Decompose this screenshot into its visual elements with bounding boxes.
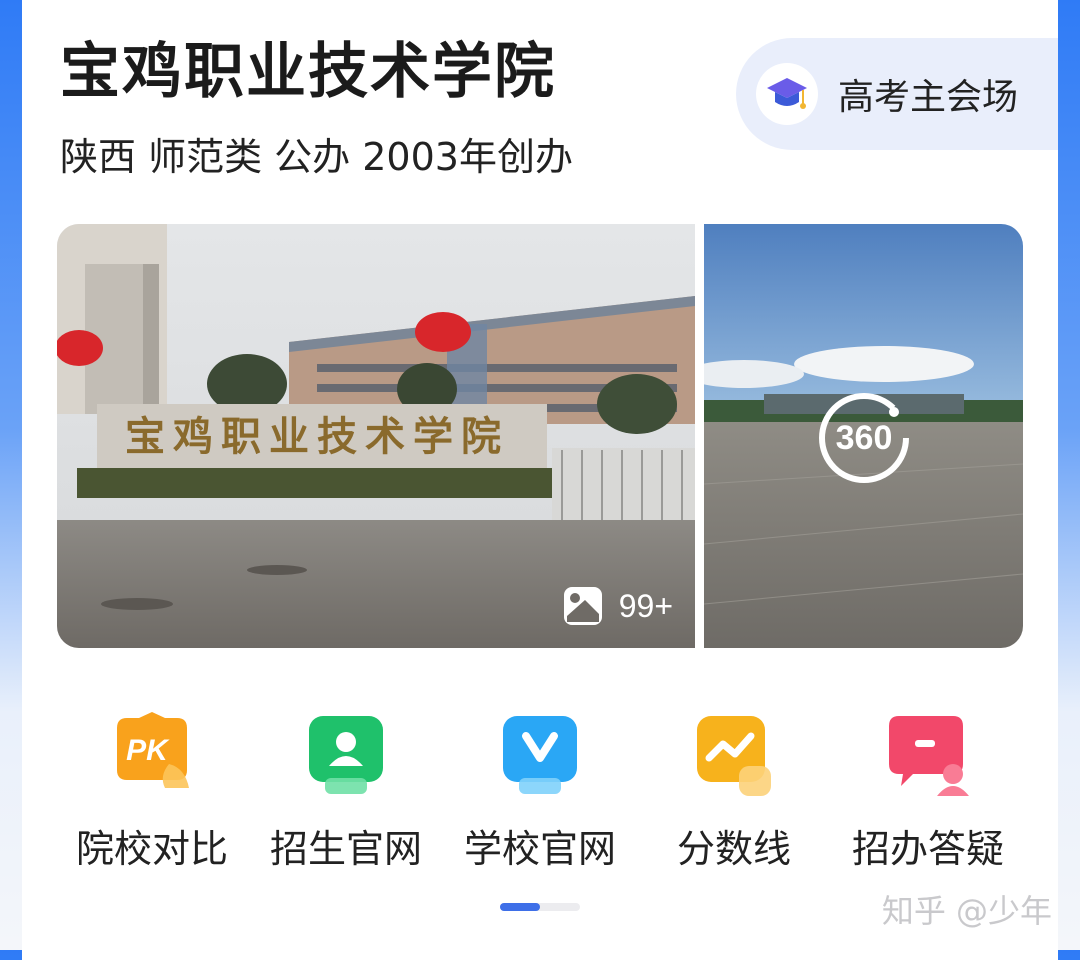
zhihu-watermark: 知乎 @少年: [881, 892, 1052, 930]
school-name: 宝鸡职业技术学院: [60, 37, 556, 107]
graduation-cap-icon: [756, 63, 818, 125]
page-indicator: [500, 903, 580, 911]
school-v-icon: [495, 712, 585, 802]
svg-text:PK: PK: [126, 734, 170, 767]
admission-site-button[interactable]: 招生官网: [256, 700, 436, 873]
photo-gallery-icon: [563, 587, 602, 625]
promo-label: 高考主会场: [838, 77, 1019, 118]
photo-count-label: 99+: [618, 587, 673, 624]
compare-schools-label: 院校对比: [75, 827, 228, 871]
school-site-label: 学校官网: [463, 827, 616, 871]
score-line-button[interactable]: 分数线: [644, 700, 824, 873]
campus-sign-text: 宝鸡职业技术学院: [125, 413, 509, 460]
admission-qa-label: 招办答疑: [851, 827, 1004, 871]
page-indicator-active: [500, 903, 540, 911]
school-card: 宝鸡职业技术学院 陕西 师范类 公办 2003年创办 高考主会场 宝鸡职业技术学…: [22, 0, 1058, 960]
pano-360-label: 360: [835, 418, 893, 457]
pano-360-badge: 360: [816, 390, 912, 486]
campus-photo[interactable]: 宝鸡职业技术学院 99+: [57, 224, 695, 648]
admission-site-label: 招生官网: [269, 827, 422, 871]
compare-schools-button[interactable]: PK 院校对比: [62, 700, 242, 873]
gaokao-main-venue-button[interactable]: 高考主会场: [736, 38, 1058, 150]
photo-count: 99+: [563, 586, 673, 626]
admission-person-icon: [301, 712, 391, 802]
quick-actions: PK 院校对比 招生官网 学校官网 分数线 招办答疑: [22, 700, 1058, 873]
qa-chat-icon: [883, 712, 973, 802]
score-line-label: 分数线: [676, 827, 791, 871]
campus-sign: 宝鸡职业技术学院: [125, 413, 509, 460]
panorama-photo[interactable]: 360: [704, 224, 1023, 648]
score-line-chart-icon: [689, 712, 779, 802]
admission-qa-button[interactable]: 招办答疑: [838, 700, 1018, 873]
school-meta: 陕西 师范类 公办 2003年创办: [60, 135, 573, 179]
pk-compare-icon: PK: [107, 712, 197, 802]
school-site-button[interactable]: 学校官网: [450, 700, 630, 873]
